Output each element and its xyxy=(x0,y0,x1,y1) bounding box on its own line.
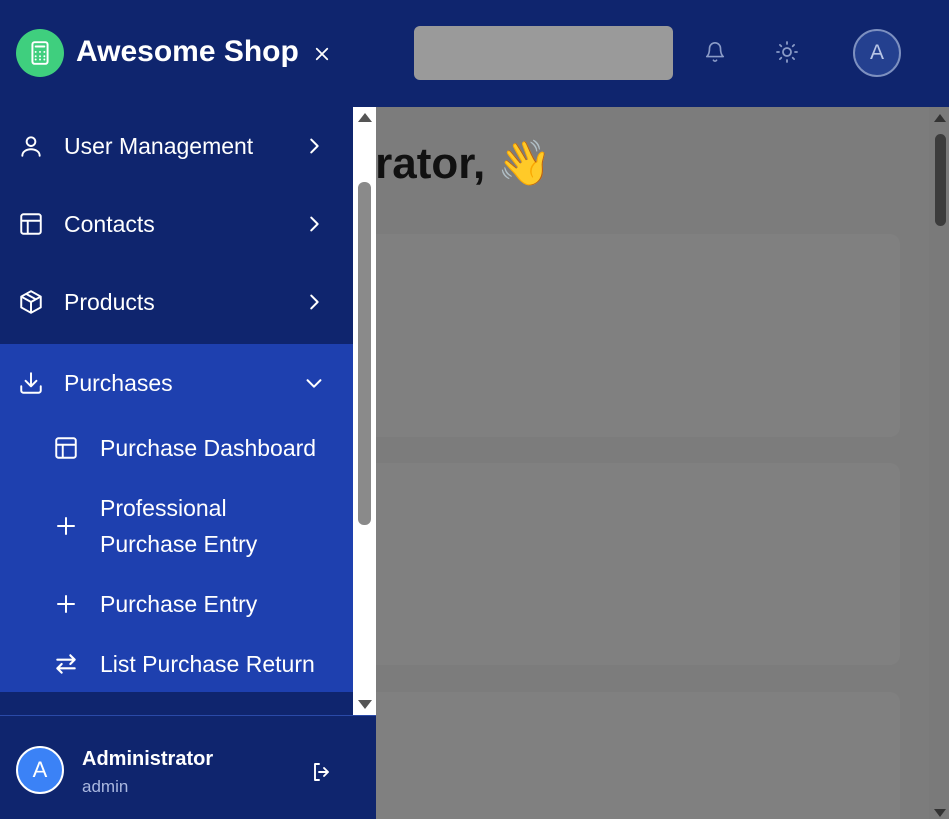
sidebar-item-label: User Management xyxy=(64,132,254,159)
scroll-up-arrow-icon[interactable] xyxy=(934,114,946,122)
sidebar-subitem-label: Purchase Entry xyxy=(100,591,258,617)
scroll-down-arrow-icon[interactable] xyxy=(358,700,372,709)
scroll-down-arrow-icon[interactable] xyxy=(934,809,946,817)
chevron-right-icon xyxy=(302,212,326,236)
sidebar-subitem-purchase-entry[interactable]: Purchase Entry xyxy=(0,586,353,622)
avatar[interactable]: A xyxy=(16,746,64,794)
sun-icon[interactable] xyxy=(774,38,800,66)
dashboard-card xyxy=(336,463,900,665)
package-icon xyxy=(17,288,45,316)
header-avatar[interactable]: A xyxy=(853,29,901,77)
sidebar-item-label: Contacts xyxy=(64,210,155,237)
close-icon[interactable] xyxy=(308,40,336,68)
user-name: Administrator xyxy=(82,748,214,770)
bell-icon[interactable] xyxy=(702,38,728,66)
sidebar-item-contacts[interactable]: Contacts xyxy=(0,185,353,263)
sidebar-subitem-label: List Purchase Return xyxy=(100,651,315,677)
sidebar-item-label: Products xyxy=(64,288,155,315)
layout-icon xyxy=(52,434,80,462)
brand-name: Awesome Shop xyxy=(76,35,299,68)
chevron-right-icon xyxy=(302,134,326,158)
chevron-down-icon xyxy=(302,371,326,395)
sidebar-subitem-list-purchase-return[interactable]: List Purchase Return xyxy=(0,646,353,682)
sidebar-item-user-management[interactable]: User Management xyxy=(0,107,353,185)
sidebar-scrollbar[interactable] xyxy=(353,107,376,715)
plus-icon xyxy=(52,590,80,618)
scroll-thumb[interactable] xyxy=(935,134,946,226)
scroll-up-arrow-icon[interactable] xyxy=(358,113,372,122)
scroll-thumb[interactable] xyxy=(358,182,371,525)
sidebar-item-label: Purchases xyxy=(64,369,173,396)
user-icon xyxy=(17,132,45,160)
user-role: admin xyxy=(82,777,129,796)
sidebar-item-purchases[interactable]: Purchases xyxy=(0,344,353,422)
layout-icon xyxy=(17,210,45,238)
logout-icon[interactable] xyxy=(308,758,336,786)
sidebar: Awesome Shop User Management Contacts Pr… xyxy=(0,0,376,819)
download-icon xyxy=(17,369,45,397)
sidebar-menu: User Management Contacts Products Purcha… xyxy=(0,107,353,715)
dashboard-card xyxy=(336,234,900,437)
chevron-right-icon xyxy=(302,290,326,314)
plus-icon xyxy=(52,512,80,540)
sidebar-subitem-label: Professional Purchase Entry xyxy=(100,495,258,557)
sidebar-subitem-label: Purchase Dashboard xyxy=(100,435,317,461)
sidebar-footer: A Administrator admin xyxy=(0,715,376,819)
main-scrollbar[interactable] xyxy=(929,107,949,819)
calculator-logo-icon xyxy=(16,29,64,77)
main-content-overlay: strator, 👋 xyxy=(336,107,949,819)
sidebar-group-purchases: Purchases Purchase Dashboard Professiona… xyxy=(0,344,353,692)
swap-icon xyxy=(52,650,80,678)
sidebar-item-products[interactable]: Products xyxy=(0,263,353,341)
sidebar-header: Awesome Shop xyxy=(0,0,376,107)
search-bar[interactable] xyxy=(414,26,673,80)
sidebar-subitem-professional-purchase-entry[interactable]: Professional Purchase Entry xyxy=(0,490,353,562)
sidebar-subitem-purchase-dashboard[interactable]: Purchase Dashboard xyxy=(0,430,353,466)
dashboard-card xyxy=(336,692,900,819)
